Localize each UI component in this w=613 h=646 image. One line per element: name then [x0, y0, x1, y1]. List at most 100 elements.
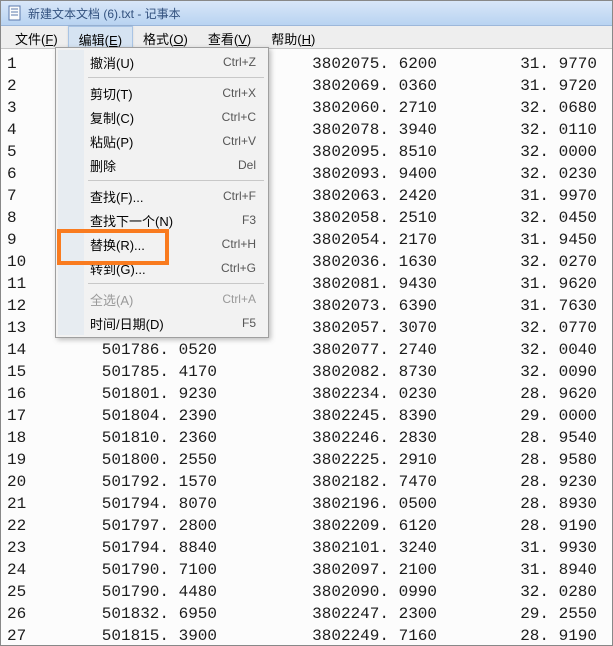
- text-row: 18501810. 23603802246. 283028. 9540: [7, 427, 612, 449]
- col3-value: 32. 0270: [467, 251, 597, 273]
- col2-value: 3802054. 2170: [247, 229, 467, 251]
- text-row: 20501792. 15703802182. 747028. 9230: [7, 471, 612, 493]
- line-number: 21: [7, 493, 47, 515]
- col2-value: 3802069. 0360: [247, 75, 467, 97]
- menu-replace[interactable]: 替换(R)... Ctrl+H: [58, 232, 266, 256]
- text-row: 22501797. 28003802209. 612028. 9190: [7, 515, 612, 537]
- col2-value: 3802101. 3240: [247, 537, 467, 559]
- text-row: 17501804. 23903802245. 839029. 0000: [7, 405, 612, 427]
- col3-value: 31. 7630: [467, 295, 597, 317]
- col3-value: 29. 0000: [467, 405, 597, 427]
- col2-value: 3802234. 0230: [247, 383, 467, 405]
- edit-menu-dropdown: 撤消(U) Ctrl+Z 剪切(T) Ctrl+X 复制(C) Ctrl+C 粘…: [55, 47, 269, 338]
- col1-value: 501810. 2360: [47, 427, 247, 449]
- col2-value: 3802057. 3070: [247, 317, 467, 339]
- col3-value: 31. 9720: [467, 75, 597, 97]
- line-number: 23: [7, 537, 47, 559]
- line-number: 11: [7, 273, 47, 295]
- text-row: 26501832. 69503802247. 230029. 2550: [7, 603, 612, 625]
- menu-paste[interactable]: 粘贴(P) Ctrl+V: [58, 129, 266, 153]
- line-number: 22: [7, 515, 47, 537]
- col3-value: 32. 0680: [467, 97, 597, 119]
- line-number: 10: [7, 251, 47, 273]
- col2-value: 3802249. 7160: [247, 625, 467, 646]
- col3-value: 31. 9930: [467, 537, 597, 559]
- text-row: 21501794. 80703802196. 050028. 8930: [7, 493, 612, 515]
- col3-value: 32. 0280: [467, 581, 597, 603]
- col2-value: 3802093. 9400: [247, 163, 467, 185]
- col3-value: 29. 2550: [467, 603, 597, 625]
- menu-copy[interactable]: 复制(C) Ctrl+C: [58, 105, 266, 129]
- menu-file[interactable]: 文件(F): [5, 26, 68, 48]
- col2-value: 3802245. 8390: [247, 405, 467, 427]
- col1-value: 501801. 9230: [47, 383, 247, 405]
- col2-value: 3802090. 0990: [247, 581, 467, 603]
- col1-value: 501794. 8840: [47, 537, 247, 559]
- menu-datetime[interactable]: 时间/日期(D) F5: [58, 311, 266, 335]
- line-number: 5: [7, 141, 47, 163]
- menu-format[interactable]: 格式(O): [133, 26, 198, 48]
- line-number: 27: [7, 625, 47, 646]
- col2-value: 3802182. 7470: [247, 471, 467, 493]
- col2-value: 3802081. 9430: [247, 273, 467, 295]
- col1-value: 501797. 2800: [47, 515, 247, 537]
- menu-delete[interactable]: 删除 Del: [58, 153, 266, 177]
- line-number: 18: [7, 427, 47, 449]
- col2-value: 3802060. 2710: [247, 97, 467, 119]
- col2-value: 3802196. 0500: [247, 493, 467, 515]
- col3-value: 31. 9450: [467, 229, 597, 251]
- col3-value: 31. 9620: [467, 273, 597, 295]
- menu-edit[interactable]: 编辑(E): [68, 26, 133, 48]
- line-number: 4: [7, 119, 47, 141]
- menu-find-next[interactable]: 查找下一个(N) F3: [58, 208, 266, 232]
- line-number: 15: [7, 361, 47, 383]
- col2-value: 3802225. 2910: [247, 449, 467, 471]
- col3-value: 31. 9970: [467, 185, 597, 207]
- line-number: 25: [7, 581, 47, 603]
- menu-cut[interactable]: 剪切(T) Ctrl+X: [58, 81, 266, 105]
- menu-select-all[interactable]: 全选(A) Ctrl+A: [58, 287, 266, 311]
- col2-value: 3802073. 6390: [247, 295, 467, 317]
- line-number: 7: [7, 185, 47, 207]
- line-number: 20: [7, 471, 47, 493]
- col2-value: 3802247. 2300: [247, 603, 467, 625]
- col1-value: 501786. 0520: [47, 339, 247, 361]
- text-row: 24501790. 71003802097. 210031. 8940: [7, 559, 612, 581]
- col3-value: 28. 9540: [467, 427, 597, 449]
- col2-value: 3802058. 2510: [247, 207, 467, 229]
- col3-value: 28. 9190: [467, 625, 597, 646]
- col1-value: 501790. 7100: [47, 559, 247, 581]
- line-number: 19: [7, 449, 47, 471]
- col3-value: 28. 9190: [467, 515, 597, 537]
- text-row: 27501815. 39003802249. 716028. 9190: [7, 625, 612, 646]
- text-row: 25501790. 44803802090. 099032. 0280: [7, 581, 612, 603]
- col3-value: 28. 9620: [467, 383, 597, 405]
- text-row: 14501786. 05203802077. 274032. 0040: [7, 339, 612, 361]
- line-number: 12: [7, 295, 47, 317]
- col1-value: 501800. 2550: [47, 449, 247, 471]
- text-row: 16501801. 92303802234. 023028. 9620: [7, 383, 612, 405]
- line-number: 6: [7, 163, 47, 185]
- text-row: 19501800. 25503802225. 291028. 9580: [7, 449, 612, 471]
- notepad-window: 新建文本文档 (6).txt - 记事本 文件(F) 编辑(E) 格式(O) 查…: [0, 0, 613, 646]
- col2-value: 3802209. 6120: [247, 515, 467, 537]
- window-title: 新建文本文档 (6).txt - 记事本: [28, 5, 181, 22]
- menu-goto[interactable]: 转到(G)... Ctrl+G: [58, 256, 266, 280]
- col1-value: 501785. 4170: [47, 361, 247, 383]
- col3-value: 28. 9230: [467, 471, 597, 493]
- menu-view[interactable]: 查看(V): [198, 26, 261, 48]
- col3-value: 31. 8940: [467, 559, 597, 581]
- col3-value: 32. 0450: [467, 207, 597, 229]
- text-row: 15501785. 41703802082. 873032. 0090: [7, 361, 612, 383]
- col2-value: 3802095. 8510: [247, 141, 467, 163]
- line-number: 1: [7, 53, 47, 75]
- text-row: 23501794. 88403802101. 324031. 9930: [7, 537, 612, 559]
- titlebar: 新建文本文档 (6).txt - 记事本: [1, 1, 612, 26]
- col3-value: 31. 9770: [467, 53, 597, 75]
- line-number: 14: [7, 339, 47, 361]
- line-number: 17: [7, 405, 47, 427]
- col3-value: 32. 0090: [467, 361, 597, 383]
- menu-undo[interactable]: 撤消(U) Ctrl+Z: [58, 50, 266, 74]
- menu-help[interactable]: 帮助(H): [261, 26, 325, 48]
- menu-find[interactable]: 查找(F)... Ctrl+F: [58, 184, 266, 208]
